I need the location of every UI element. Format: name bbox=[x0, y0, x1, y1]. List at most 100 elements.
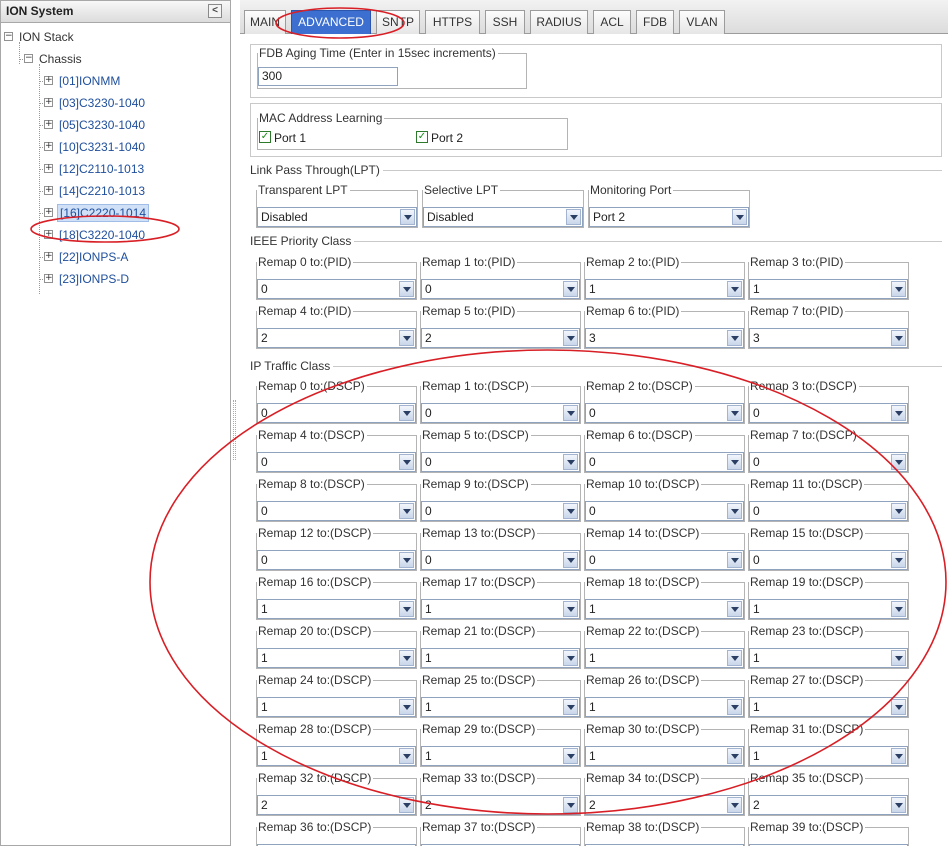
chevron-down-icon[interactable] bbox=[727, 650, 742, 666]
chevron-down-icon[interactable] bbox=[399, 405, 414, 421]
expand-plus-icon[interactable]: + bbox=[44, 120, 53, 129]
remap-select[interactable]: 1 bbox=[585, 599, 744, 619]
tab-advanced[interactable]: ADVANCED bbox=[291, 10, 371, 34]
chevron-down-icon[interactable] bbox=[891, 503, 906, 519]
remap-select[interactable]: 0 bbox=[749, 550, 908, 570]
chevron-down-icon[interactable] bbox=[399, 281, 414, 297]
tree-node-device[interactable]: + [10]C3231-1040 bbox=[1, 136, 230, 158]
chevron-down-icon[interactable] bbox=[399, 330, 414, 346]
tab-radius[interactable]: RADIUS bbox=[530, 10, 588, 34]
chevron-down-icon[interactable] bbox=[563, 503, 578, 519]
chevron-down-icon[interactable] bbox=[891, 454, 906, 470]
remap-select[interactable]: 0 bbox=[421, 279, 580, 299]
chevron-down-icon[interactable] bbox=[563, 748, 578, 764]
remap-select[interactable]: 2 bbox=[585, 795, 744, 815]
remap-select[interactable]: 0 bbox=[585, 501, 744, 521]
remap-select[interactable]: 1 bbox=[585, 648, 744, 668]
tab-https[interactable]: HTTPS bbox=[425, 10, 480, 34]
chevron-down-icon[interactable] bbox=[727, 601, 742, 617]
remap-select[interactable]: 2 bbox=[257, 328, 416, 348]
collapse-panel-icon[interactable]: < bbox=[208, 4, 222, 18]
expand-plus-icon[interactable]: + bbox=[44, 186, 53, 195]
remap-select[interactable]: 0 bbox=[257, 403, 416, 423]
remap-select[interactable]: 1 bbox=[749, 648, 908, 668]
remap-select[interactable]: 2 bbox=[421, 795, 580, 815]
remap-select[interactable]: 1 bbox=[749, 746, 908, 766]
expand-plus-icon[interactable]: + bbox=[44, 98, 53, 107]
remap-select[interactable]: 3 bbox=[749, 328, 908, 348]
chevron-down-icon[interactable] bbox=[399, 699, 414, 715]
expand-plus-icon[interactable]: + bbox=[44, 230, 53, 239]
remap-select[interactable]: 0 bbox=[585, 403, 744, 423]
chevron-down-icon[interactable] bbox=[727, 748, 742, 764]
remap-select[interactable]: 1 bbox=[421, 697, 580, 717]
tree-node-ion-stack[interactable]: − ION Stack bbox=[1, 26, 230, 48]
remap-select[interactable]: 0 bbox=[421, 452, 580, 472]
expand-plus-icon[interactable]: + bbox=[44, 142, 53, 151]
chevron-down-icon[interactable] bbox=[727, 552, 742, 568]
remap-select[interactable]: 1 bbox=[585, 279, 744, 299]
chevron-down-icon[interactable] bbox=[727, 281, 742, 297]
remap-select[interactable]: 1 bbox=[585, 697, 744, 717]
tree-node-device[interactable]: + [18]C3220-1040 bbox=[1, 224, 230, 246]
remap-select[interactable]: 0 bbox=[257, 279, 416, 299]
chevron-down-icon[interactable] bbox=[891, 601, 906, 617]
chevron-down-icon[interactable] bbox=[563, 454, 578, 470]
remap-select[interactable]: 1 bbox=[257, 697, 416, 717]
chevron-down-icon[interactable] bbox=[399, 503, 414, 519]
remap-select[interactable]: 1 bbox=[585, 746, 744, 766]
chevron-down-icon[interactable] bbox=[891, 281, 906, 297]
chevron-down-icon[interactable] bbox=[891, 405, 906, 421]
fdb-aging-input[interactable]: 300 bbox=[258, 67, 398, 86]
chevron-down-icon[interactable] bbox=[399, 797, 414, 813]
tree-node-device[interactable]: + [16]C2220-1014 bbox=[1, 202, 230, 224]
chevron-down-icon[interactable] bbox=[399, 454, 414, 470]
expand-plus-icon[interactable]: + bbox=[44, 252, 53, 261]
expand-plus-icon[interactable]: + bbox=[44, 274, 53, 283]
remap-select[interactable]: 0 bbox=[421, 403, 580, 423]
remap-select[interactable]: 2 bbox=[257, 795, 416, 815]
chevron-down-icon[interactable] bbox=[891, 330, 906, 346]
monitoring-port-select[interactable]: Port 2 bbox=[589, 207, 749, 227]
remap-select[interactable]: 1 bbox=[749, 697, 908, 717]
collapse-minus-icon[interactable]: − bbox=[24, 54, 33, 63]
expand-plus-icon[interactable]: + bbox=[44, 76, 53, 85]
remap-select[interactable]: 0 bbox=[585, 550, 744, 570]
remap-select[interactable]: 0 bbox=[749, 403, 908, 423]
remap-select[interactable]: 1 bbox=[257, 599, 416, 619]
splitter-grip[interactable] bbox=[233, 400, 236, 460]
chevron-down-icon[interactable] bbox=[400, 209, 415, 225]
remap-select[interactable]: 0 bbox=[421, 550, 580, 570]
chevron-down-icon[interactable] bbox=[727, 330, 742, 346]
remap-select[interactable]: 0 bbox=[585, 452, 744, 472]
tree-node-device[interactable]: + [23]IONPS-D bbox=[1, 268, 230, 290]
chevron-down-icon[interactable] bbox=[563, 405, 578, 421]
remap-select[interactable]: 0 bbox=[257, 501, 416, 521]
chevron-down-icon[interactable] bbox=[563, 601, 578, 617]
chevron-down-icon[interactable] bbox=[563, 797, 578, 813]
remap-select[interactable]: 1 bbox=[257, 648, 416, 668]
chevron-down-icon[interactable] bbox=[399, 552, 414, 568]
expand-plus-icon[interactable]: + bbox=[44, 164, 53, 173]
chevron-down-icon[interactable] bbox=[727, 503, 742, 519]
tree-node-device[interactable]: + [14]C2210-1013 bbox=[1, 180, 230, 202]
chevron-down-icon[interactable] bbox=[563, 650, 578, 666]
remap-select[interactable]: 2 bbox=[749, 795, 908, 815]
tab-main[interactable]: MAIN bbox=[244, 10, 286, 34]
tree-node-chassis[interactable]: − Chassis bbox=[1, 48, 230, 70]
remap-select[interactable]: 3 bbox=[585, 328, 744, 348]
port1-checkbox[interactable]: ✓ bbox=[259, 131, 271, 143]
chevron-down-icon[interactable] bbox=[891, 748, 906, 764]
remap-select[interactable]: 1 bbox=[749, 599, 908, 619]
tab-fdb[interactable]: FDB bbox=[636, 10, 674, 34]
remap-select[interactable]: 1 bbox=[421, 599, 580, 619]
chevron-down-icon[interactable] bbox=[891, 699, 906, 715]
tab-ssh[interactable]: SSH bbox=[485, 10, 525, 34]
remap-select[interactable]: 2 bbox=[421, 328, 580, 348]
panel-splitter[interactable] bbox=[232, 0, 239, 846]
remap-select[interactable]: 1 bbox=[257, 746, 416, 766]
chevron-down-icon[interactable] bbox=[891, 552, 906, 568]
chevron-down-icon[interactable] bbox=[563, 699, 578, 715]
chevron-down-icon[interactable] bbox=[891, 650, 906, 666]
chevron-down-icon[interactable] bbox=[732, 209, 747, 225]
